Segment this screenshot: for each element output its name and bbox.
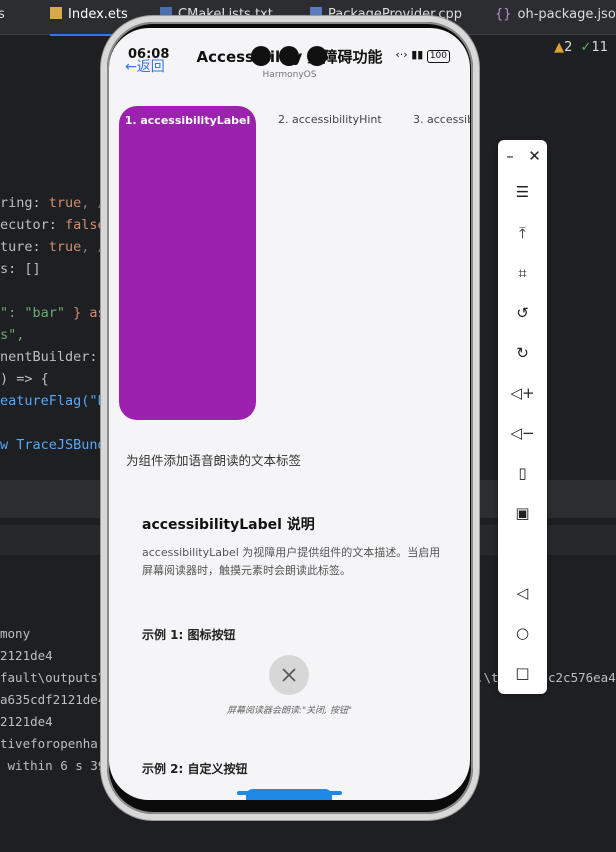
camera-dot xyxy=(279,46,299,66)
rotate-right-icon[interactable]: ↻ xyxy=(498,339,547,367)
menu-icon[interactable]: ☰ xyxy=(498,178,547,206)
screenshot-icon[interactable]: ▣ xyxy=(498,499,547,527)
check-count: 11 xyxy=(591,40,608,55)
back-label: 返回 xyxy=(136,59,165,75)
battery-icon: 100 xyxy=(426,50,450,63)
recent-icon[interactable]: □ xyxy=(498,659,547,687)
section-description: accessibilityLabel 为视障用户提供组件的文本描述。当启用屏幕阅… xyxy=(142,546,441,577)
code-line: ring: true, / xyxy=(0,195,106,211)
check-icon: ✓ xyxy=(580,40,592,55)
close-icon[interactable]: ✕ xyxy=(522,142,547,170)
terminal-line: within 6 s 39 xyxy=(0,758,106,773)
terminal-line: tiveforopenhar xyxy=(0,736,106,751)
carousel-card-active[interactable]: 1. accessibilityLabel xyxy=(119,106,256,420)
code-line: w TraceJSBund xyxy=(0,437,106,453)
close-icon xyxy=(282,668,296,682)
tab-label: oh-package.json5 xyxy=(517,7,616,22)
cpp-file-icon xyxy=(310,7,322,19)
tab-label: CMakeLists.txt xyxy=(178,7,273,22)
cmake-file-icon xyxy=(160,7,172,19)
crop-icon[interactable]: ⌗ xyxy=(498,259,547,287)
code-line: eatureFlag("E xyxy=(0,393,106,409)
terminal-line: fault\outputs\ xyxy=(0,670,106,685)
section-title: accessibilityLabel 说明 xyxy=(142,517,315,533)
code-line: ecutor: false xyxy=(0,217,106,233)
terminal-line: mony xyxy=(0,626,31,641)
back-icon[interactable]: ◁ xyxy=(498,579,547,607)
warning-count: 2 xyxy=(564,40,573,55)
tab-oh-package[interactable]: {} oh-package.json5 xyxy=(495,0,616,34)
tab-label: PackageProvider.cpp xyxy=(328,7,462,22)
camera-dot xyxy=(307,46,327,66)
terminal-line-right: c2c576ea4 xyxy=(548,670,616,685)
status-indicators: ‹·› ▮▮ 100 xyxy=(395,48,450,63)
code-line: s", xyxy=(0,327,25,343)
close-icon-button[interactable] xyxy=(269,655,309,695)
volume-up-icon[interactable]: ◁+ xyxy=(498,379,547,407)
tab-partial[interactable]: s xyxy=(0,0,5,34)
camera-dot xyxy=(251,46,271,66)
ets-file-icon xyxy=(50,7,62,19)
code-line: ture: true, / xyxy=(0,239,106,255)
signal-icon: ‹·› ▮▮ xyxy=(395,48,424,61)
json-file-icon: {} xyxy=(495,7,512,22)
back-arrow-icon: ← xyxy=(125,59,137,75)
warning-icon: ▲ xyxy=(554,40,565,55)
shake-icon[interactable]: ▯ xyxy=(498,459,547,487)
tab-index-ets[interactable]: Index.ets xyxy=(50,0,128,36)
terminal-line: 2121de4 xyxy=(0,714,53,729)
code-line: ": "bar" } as xyxy=(0,305,106,321)
tab-accessibility-hint[interactable]: 2. accessibilityHint xyxy=(278,113,382,126)
code-line: s: [] xyxy=(0,261,41,277)
terminal-line: 2121de4 xyxy=(0,648,53,663)
home-indicator[interactable] xyxy=(237,791,342,795)
screen-reader-hint: 屏幕阅读器会朗读:"关闭, 按钮" xyxy=(226,706,353,716)
tab-label: Index.ets xyxy=(68,7,128,22)
back-button[interactable]: ←返回 xyxy=(125,56,165,76)
emulator-toolbar: – ✕ ☰ ⤒ ⌗ ↺ ↻ ◁+ ◁− ▯ ▣ ◁ ○ □ xyxy=(498,140,547,694)
code-line: nentBuilder: xyxy=(0,349,98,365)
rotate-left-icon[interactable]: ↺ xyxy=(498,299,547,327)
minimize-icon[interactable]: – xyxy=(498,142,522,170)
code-line: ) => { xyxy=(0,371,49,387)
carousel-tabs: 2. accessibilityHint 3. accessibi xyxy=(109,113,470,133)
volume-down-icon[interactable]: ◁− xyxy=(498,419,547,447)
home-icon[interactable]: ○ xyxy=(498,619,547,647)
example2-title: 示例 2: 自定义按钮 xyxy=(142,762,248,776)
feature-description: 为组件添加语音朗读的文本标签 xyxy=(126,453,302,468)
tab-label: s xyxy=(0,7,5,22)
tab-accessibility-partial[interactable]: 3. accessibi xyxy=(413,113,470,126)
example1-title: 示例 1: 图标按钮 xyxy=(142,628,236,642)
terminal-line: a635cdf2121de4 xyxy=(0,692,106,707)
problems-indicator[interactable]: ▲2 ✓11 xyxy=(554,40,608,55)
pin-top-icon[interactable]: ⤒ xyxy=(498,219,547,247)
phone-screen: Accessibility 无障碍功能 HarmonyOS 06:08 ‹·› … xyxy=(109,28,470,800)
